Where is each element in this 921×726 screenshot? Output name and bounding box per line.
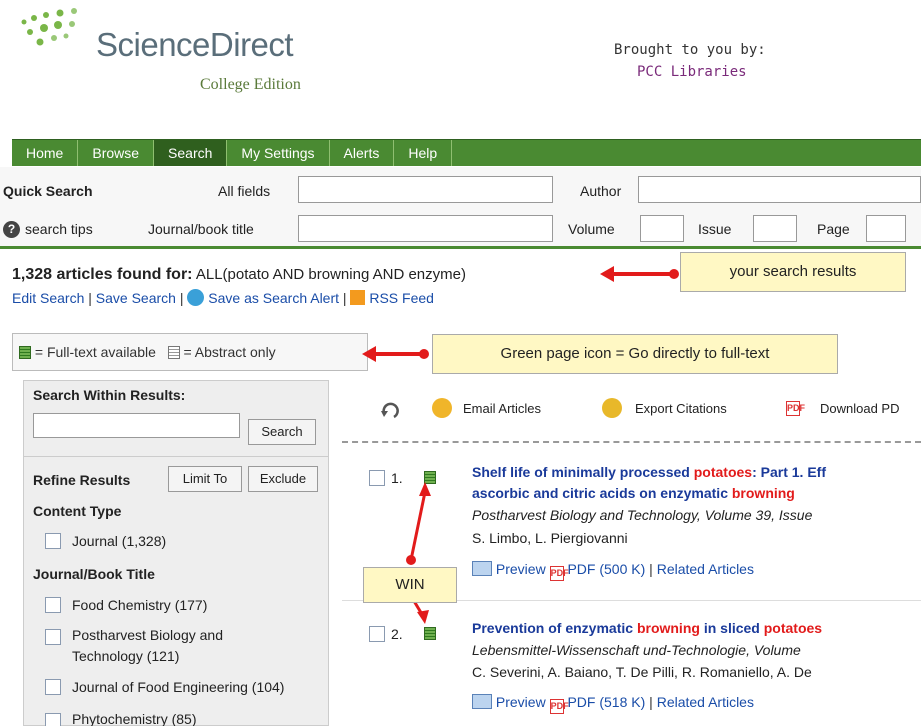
search-within-input[interactable] (33, 413, 240, 438)
limit-to-button[interactable]: Limit To (168, 466, 242, 492)
sidebar-divider (23, 456, 329, 457)
all-fields-input[interactable] (298, 176, 553, 203)
journal-filter-label: Journal (1,328) (72, 533, 167, 549)
email-icon (432, 398, 452, 418)
related-articles-link[interactable]: Related Articles (657, 561, 754, 577)
author-label: Author (580, 183, 622, 199)
win-arrows-icon (406, 482, 431, 624)
export-icon (602, 398, 622, 418)
journal-title-input[interactable] (298, 215, 553, 242)
results-count-line: 1,328 articles found for: ALL(potato AND… (12, 266, 466, 284)
pdf-icon: PDF (549, 699, 569, 714)
preview-icon (472, 561, 492, 576)
alert-icon (187, 289, 205, 306)
content-type-heading: Content Type (33, 503, 122, 519)
result-checkbox[interactable] (369, 626, 385, 642)
nav-browse[interactable]: Browse (78, 140, 155, 166)
journal-title-label: Journal/book title (148, 221, 254, 237)
logo-subtitle: College Edition (200, 76, 301, 93)
nav-help[interactable]: Help (394, 140, 453, 166)
result-authors: S. Limbo, L. Piergiovanni (472, 530, 628, 546)
full-text-page-icon (19, 346, 31, 359)
results-query: ALL(potato AND browning AND enzyme) (195, 266, 466, 283)
pdf-icon: PDF (549, 566, 569, 581)
full-text-label: = Full-text available (34, 344, 156, 360)
legend-arrow-icon (362, 346, 429, 362)
result-checkbox[interactable] (369, 470, 385, 486)
results-count: 1,328 articles found for: (12, 266, 193, 283)
download-pdfs-link[interactable]: Download PD (820, 401, 900, 416)
title-filter-label: Phytochemistry (85) (72, 711, 197, 726)
main-nav: Home Browse Search My Settings Alerts He… (12, 139, 921, 166)
pdf-link[interactable]: PDF (500 K) (567, 561, 645, 577)
result-title[interactable]: Prevention of enzymatic browning in slic… (472, 620, 822, 636)
quick-search-title: Quick Search (3, 183, 93, 199)
pdf-icon: PDF (786, 401, 805, 416)
volume-label: Volume (568, 221, 615, 237)
brought-by-label: Brought to you by: (614, 42, 766, 58)
pdf-link[interactable]: PDF (518 K) (567, 694, 645, 710)
search-results-callout: your search results (680, 252, 906, 292)
preview-icon (472, 694, 492, 709)
nav-search[interactable]: Search (154, 140, 228, 166)
title-filter-label: Food Chemistry (177) (72, 597, 208, 613)
exclude-button[interactable]: Exclude (248, 466, 318, 492)
refresh-icon[interactable] (380, 399, 402, 421)
library-name[interactable]: PCC Libraries (637, 64, 747, 80)
title-checkbox[interactable] (45, 679, 61, 695)
title-filter-label: Postharvest Biology and (72, 627, 223, 643)
sciencedirect-logo-icon (21, 8, 77, 46)
help-icon[interactable]: ? (3, 221, 20, 238)
abstract-label: = Abstract only (183, 344, 276, 360)
edit-search-link[interactable]: Edit Search (12, 290, 84, 306)
result-links: Preview PDF PDF (518 K) | Related Articl… (472, 694, 754, 714)
title-checkbox[interactable] (45, 597, 61, 613)
search-within-button[interactable]: Search (248, 419, 316, 445)
result-authors: C. Severini, A. Baiano, T. De Pilli, R. … (472, 664, 812, 680)
result-source: Postharvest Biology and Technology, Volu… (472, 507, 813, 523)
search-tips-link[interactable]: search tips (25, 221, 93, 237)
search-within-title: Search Within Results: (33, 387, 186, 403)
abstract-page-icon (167, 346, 180, 359)
issue-label: Issue (698, 221, 732, 237)
green-page-callout: Green page icon = Go directly to full-te… (432, 334, 838, 374)
result-links: Preview PDF PDF (500 K) | Related Articl… (472, 561, 754, 581)
title-filter-label: Journal of Food Engineering (104) (72, 679, 285, 695)
title-checkbox[interactable] (45, 713, 61, 726)
logo-text: ScienceDirect (96, 26, 294, 63)
email-articles-link[interactable]: Email Articles (463, 401, 541, 416)
volume-input[interactable] (640, 215, 684, 242)
all-fields-label: All fields (218, 183, 271, 199)
result-number: 2. (391, 626, 403, 642)
nav-alerts[interactable]: Alerts (330, 140, 395, 166)
full-text-page-icon[interactable] (424, 627, 436, 640)
result-source: Lebensmittel-Wissenschaft und-Technologi… (472, 642, 801, 658)
preview-link[interactable]: Preview (496, 694, 546, 710)
journal-checkbox[interactable] (45, 533, 61, 549)
result-title[interactable]: Shelf life of minimally processed potato… (472, 464, 826, 480)
refine-results-title: Refine Results (33, 472, 131, 488)
title-filter-label: Technology (121) (72, 648, 180, 664)
related-articles-link[interactable]: Related Articles (657, 694, 754, 710)
rss-icon (350, 290, 366, 305)
result-title-continued[interactable]: ascorbic and citric acids on enzymatic b… (472, 485, 795, 501)
export-citations-link[interactable]: Export Citations (635, 401, 727, 416)
issue-input[interactable] (753, 215, 797, 242)
title-checkbox[interactable] (45, 629, 61, 645)
page-input[interactable] (866, 215, 906, 242)
results-actions: Edit Search | Save Search | Save as Sear… (12, 289, 434, 306)
save-search-link[interactable]: Save Search (96, 290, 176, 306)
win-callout: WIN (363, 567, 457, 603)
nav-home[interactable]: Home (12, 140, 79, 166)
journal-book-title-heading: Journal/Book Title (33, 566, 155, 582)
icon-legend: = Full-text available = Abstract only (12, 333, 368, 371)
save-search-alert-link[interactable]: Save as Search Alert (208, 290, 339, 306)
preview-link[interactable]: Preview (496, 561, 546, 577)
results-arrow-icon (600, 266, 679, 282)
author-input[interactable] (638, 176, 921, 203)
toolbar-divider (342, 441, 921, 443)
page-label: Page (817, 221, 850, 237)
nav-my-settings[interactable]: My Settings (227, 140, 330, 166)
rss-feed-link[interactable]: RSS Feed (369, 290, 434, 306)
